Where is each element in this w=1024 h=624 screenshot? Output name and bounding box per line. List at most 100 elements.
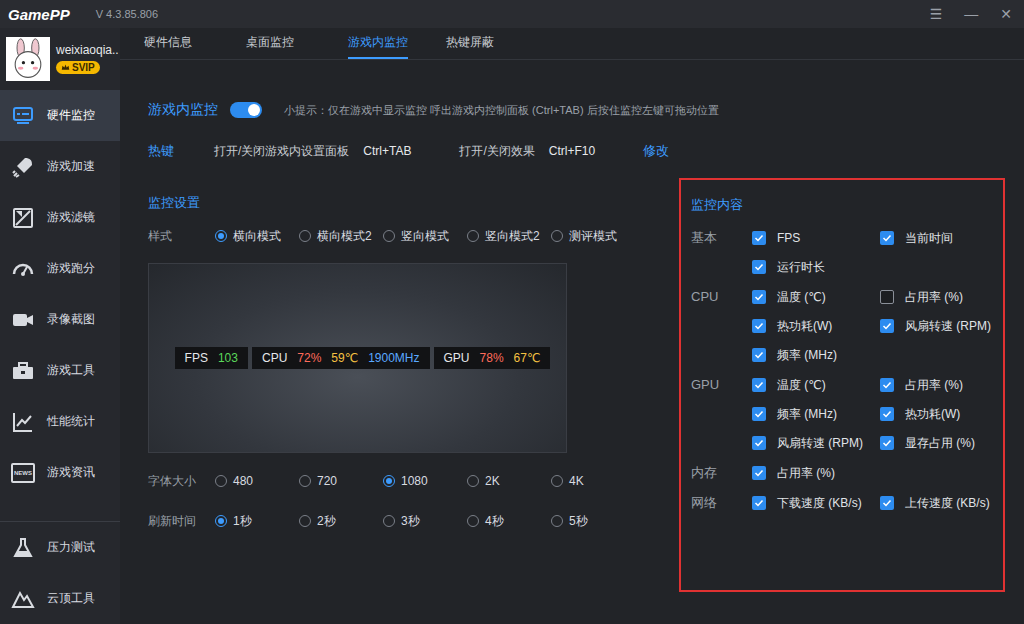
checkbox[interactable] — [880, 319, 894, 333]
tab-label: 硬件信息 — [144, 34, 192, 51]
minimize-button[interactable]: — — [964, 6, 978, 22]
sidebar-item[interactable]: NEWS游戏资讯 — [0, 447, 120, 498]
checkbox-item[interactable]: 下载速度 (KB/s) — [752, 493, 880, 513]
radio[interactable] — [383, 515, 395, 527]
sidebar-item[interactable]: 录像截图 — [0, 294, 120, 345]
sidebar-item[interactable]: 压力测试 — [0, 522, 120, 573]
radio-option[interactable]: 1秒 — [215, 513, 299, 530]
hotkey-title: 热键 — [148, 142, 214, 160]
sidebar-item[interactable]: 游戏跑分 — [0, 243, 120, 294]
radio-option[interactable]: 横向模式2 — [299, 228, 383, 245]
checkbox[interactable] — [752, 407, 766, 421]
checkbox-item[interactable]: 显存占用 (%) — [880, 433, 1008, 453]
radio[interactable] — [467, 230, 479, 242]
radio[interactable] — [551, 230, 563, 242]
radio[interactable] — [299, 515, 311, 527]
vip-label: SVIP — [72, 62, 95, 73]
radio[interactable] — [299, 230, 311, 242]
sidebar-item[interactable]: 游戏加速 — [0, 141, 120, 192]
checkbox[interactable] — [752, 466, 766, 480]
checkbox-item[interactable]: 热功耗(W) — [880, 404, 1008, 424]
checkbox-label: 风扇转速 (RPM) — [905, 318, 991, 335]
checkbox[interactable] — [880, 290, 894, 304]
checkbox[interactable] — [752, 348, 766, 362]
check-icon — [753, 497, 765, 509]
checkbox[interactable] — [752, 231, 766, 245]
radio[interactable] — [551, 475, 563, 487]
checkbox-item[interactable]: 热功耗(W) — [752, 316, 880, 336]
radio-dot — [218, 233, 224, 239]
radio-option[interactable]: 5秒 — [551, 513, 635, 530]
radio-option[interactable]: 2秒 — [299, 513, 383, 530]
checkbox-item[interactable]: 风扇转速 (RPM) — [880, 316, 1008, 336]
checkbox-item[interactable]: 占用率 (%) — [880, 375, 1008, 395]
radio-option[interactable]: 480 — [215, 474, 299, 488]
radio-option[interactable]: 4K — [551, 474, 635, 488]
check-icon — [881, 320, 893, 332]
radio[interactable] — [467, 515, 479, 527]
radio-option[interactable]: 横向模式 — [215, 228, 299, 245]
tab[interactable]: 硬件信息 — [144, 28, 208, 59]
monitor-toggle[interactable] — [230, 102, 262, 118]
checkbox-item[interactable]: 频率 (MHz) — [752, 345, 880, 365]
radio-option[interactable]: 720 — [299, 474, 383, 488]
edit-link[interactable]: 修改 — [643, 142, 669, 160]
rabbit-avatar-icon — [6, 37, 50, 81]
checkbox[interactable] — [752, 496, 766, 510]
radio-option[interactable]: 2K — [467, 474, 551, 488]
checkbox[interactable] — [752, 436, 766, 450]
sidebar-label: 压力测试 — [47, 539, 95, 556]
sidebar-item[interactable]: 硬件监控 — [0, 90, 120, 141]
tab-bar: 硬件信息 桌面监控 游戏内监控 热键屏蔽 — [120, 28, 1024, 60]
radio-option[interactable]: 测评模式 — [551, 228, 635, 245]
checkbox-item[interactable]: 运行时长 — [752, 257, 880, 277]
close-button[interactable]: ✕ — [1000, 6, 1012, 22]
radio[interactable] — [467, 475, 479, 487]
checkbox[interactable] — [880, 496, 894, 510]
checkbox[interactable] — [752, 378, 766, 392]
sidebar-item[interactable]: 游戏工具 — [0, 345, 120, 396]
radio-option[interactable]: 4秒 — [467, 513, 551, 530]
checkbox[interactable] — [752, 319, 766, 333]
radio[interactable] — [383, 475, 395, 487]
menu-button[interactable]: ☰ — [930, 6, 943, 22]
content-group: CPU温度 (℃)占用率 (%)热功耗(W)风扇转速 (RPM)频率 (MHz) — [691, 287, 993, 365]
sidebar-item[interactable]: 游戏滤镜 — [0, 192, 120, 243]
radio-option[interactable]: 竖向模式2 — [467, 228, 551, 245]
checkbox-item[interactable]: 占用率 (%) — [880, 287, 1008, 307]
radio[interactable] — [383, 230, 395, 242]
checkbox-item[interactable]: 风扇转速 (RPM) — [752, 433, 880, 453]
checkbox[interactable] — [880, 231, 894, 245]
checkbox-item[interactable]: 频率 (MHz) — [752, 404, 880, 424]
section-title: 游戏内监控 — [148, 101, 218, 119]
tab[interactable]: 热键屏蔽 — [446, 28, 510, 59]
user-info: weixiaoqia..SVIP — [56, 43, 119, 75]
radio[interactable] — [299, 475, 311, 487]
checkbox-item[interactable]: 占用率 (%) — [752, 463, 880, 483]
radio-option[interactable]: 1080 — [383, 474, 467, 488]
tab[interactable]: 游戏内监控 — [348, 28, 408, 59]
radio[interactable] — [551, 515, 563, 527]
checkbox[interactable] — [752, 290, 766, 304]
checkbox-item[interactable]: FPS — [752, 228, 880, 248]
radio[interactable] — [215, 515, 227, 527]
radio-option[interactable]: 3秒 — [383, 513, 467, 530]
checkbox[interactable] — [752, 260, 766, 274]
checkbox[interactable] — [880, 378, 894, 392]
radio[interactable] — [215, 475, 227, 487]
checkbox-item[interactable]: 当前时间 — [880, 228, 1008, 248]
overlay-bar: FPS103CPU72%59℃1900MHzGPU78%67℃ — [175, 347, 551, 369]
checkbox-item[interactable]: 温度 (℃) — [752, 375, 880, 395]
radio-option[interactable]: 竖向模式 — [383, 228, 467, 245]
sidebar-label: 游戏滤镜 — [47, 209, 95, 226]
radio[interactable] — [215, 230, 227, 242]
checkbox[interactable] — [880, 407, 894, 421]
checkbox-item[interactable]: 温度 (℃) — [752, 287, 880, 307]
monitor-content-panel: 监控内容基本FPS当前时间运行时长CPU温度 (℃)占用率 (%)热功耗(W)风… — [679, 178, 1005, 592]
sidebar-item[interactable]: 性能统计 — [0, 396, 120, 447]
checkbox-item[interactable]: 上传速度 (KB/s) — [880, 493, 1008, 513]
tab[interactable]: 桌面监控 — [246, 28, 310, 59]
avatar[interactable] — [6, 37, 50, 81]
sidebar-item[interactable]: 云顶工具 — [0, 573, 120, 624]
checkbox[interactable] — [880, 436, 894, 450]
